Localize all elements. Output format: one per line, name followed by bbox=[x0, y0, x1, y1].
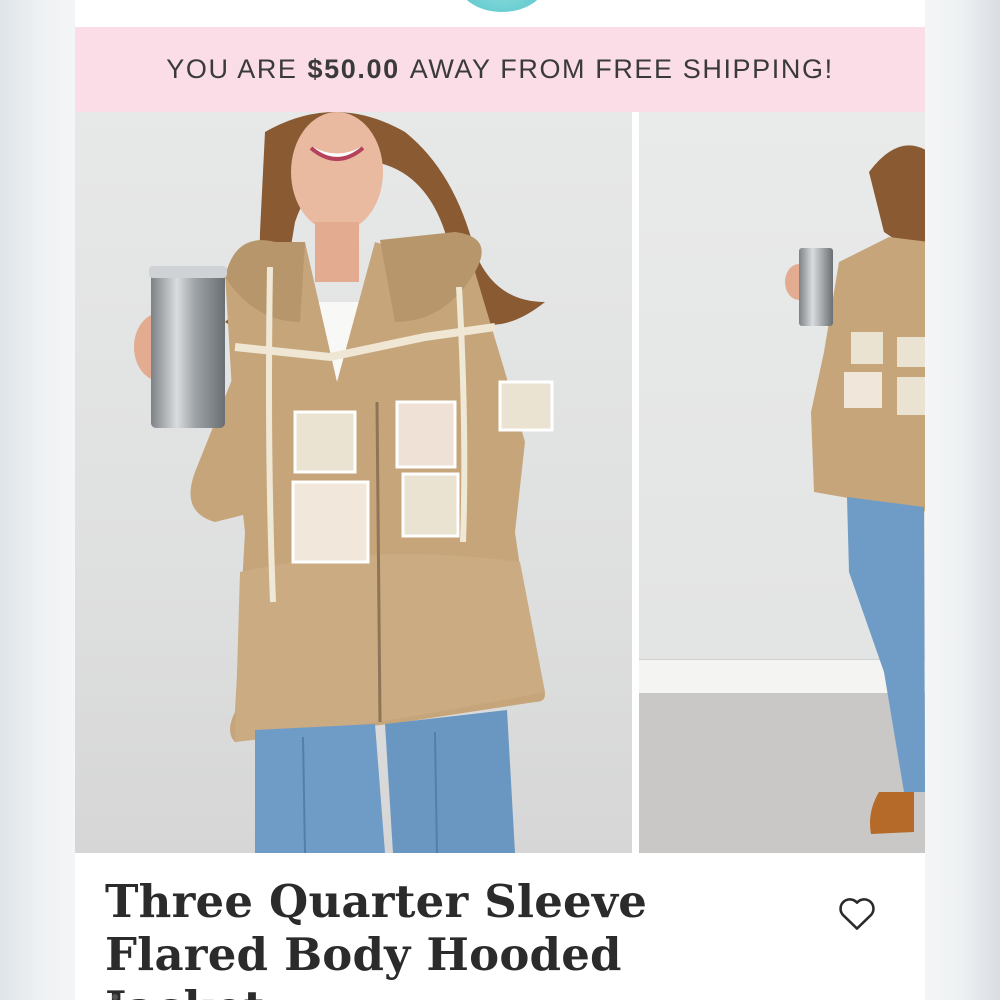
price-row-partial bbox=[112, 994, 118, 1000]
heart-outline-icon[interactable] bbox=[835, 891, 879, 935]
promo-amount: $50.00 bbox=[307, 54, 400, 84]
promo-prefix: YOU ARE bbox=[166, 54, 298, 84]
product-image-front[interactable] bbox=[75, 112, 632, 853]
product-title: Three Quarter Sleeve Flared Body Hooded … bbox=[105, 875, 648, 1000]
logo[interactable] bbox=[457, 0, 547, 12]
product-info: Three Quarter Sleeve Flared Body Hooded … bbox=[75, 853, 925, 1000]
promo-suffix: AWAY FROM FREE SHIPPING! bbox=[409, 54, 834, 84]
free-shipping-banner: YOU ARE $50.00 AWAY FROM FREE SHIPPING! bbox=[75, 27, 925, 112]
model-front-illustration bbox=[134, 112, 554, 853]
header-strip bbox=[75, 0, 925, 24]
model-side-illustration bbox=[785, 145, 925, 834]
product-image-side[interactable] bbox=[639, 112, 925, 853]
product-page: YOU ARE $50.00 AWAY FROM FREE SHIPPING! bbox=[75, 0, 925, 1000]
product-image-gallery[interactable] bbox=[75, 112, 925, 853]
